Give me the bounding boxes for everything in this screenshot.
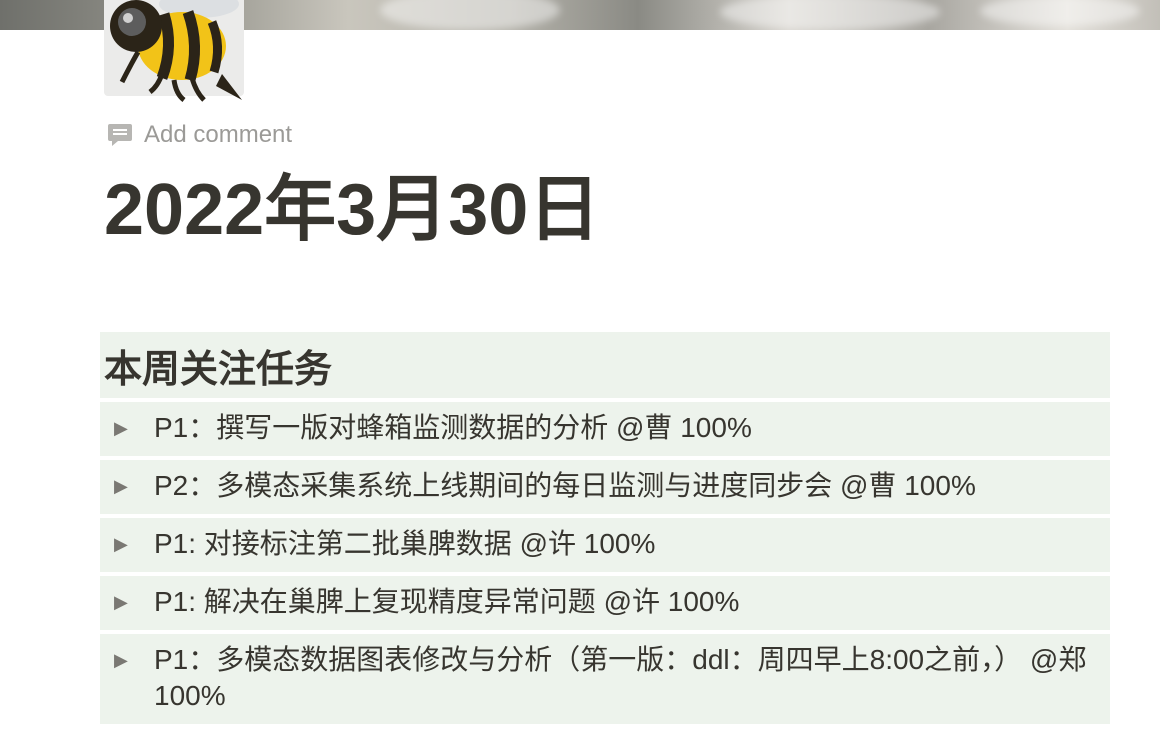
toggle-task[interactable]: ▶ P1: 解决在巢脾上复现精度异常问题 @许 100% xyxy=(100,576,1110,630)
task-text[interactable]: P1: 对接标注第二批巢脾数据 @许 100% xyxy=(154,526,663,562)
toggle-task[interactable]: ▶ P1：撰写一版对蜂箱监测数据的分析 @曹 100% xyxy=(100,402,1110,456)
triangle-right-icon[interactable]: ▶ xyxy=(100,644,154,676)
toggle-task[interactable]: ▶ P1: 对接标注第二批巢脾数据 @许 100% xyxy=(100,518,1110,572)
bee-icon xyxy=(110,0,242,102)
focus-tasks-callout: 本周关注任务 ▶ P1：撰写一版对蜂箱监测数据的分析 @曹 100% ▶ P2：… xyxy=(100,332,1110,724)
task-text[interactable]: P1：多模态数据图表修改与分析（第一版：ddl：周四早上8:00之前，） @郑 … xyxy=(154,642,1110,714)
triangle-right-icon[interactable]: ▶ xyxy=(100,470,154,502)
add-comment-label: Add comment xyxy=(144,121,293,148)
triangle-right-icon[interactable]: ▶ xyxy=(100,412,154,444)
toggle-task[interactable]: ▶ P2：多模态采集系统上线期间的每日监测与进度同步会 @曹 100% xyxy=(100,460,1110,514)
page-icon[interactable] xyxy=(104,0,244,102)
toggle-task[interactable]: ▶ P1：多模态数据图表修改与分析（第一版：ddl：周四早上8:00之前，） @… xyxy=(100,634,1110,724)
task-text[interactable]: P2：多模态采集系统上线期间的每日监测与进度同步会 @曹 100% xyxy=(154,468,984,504)
task-text[interactable]: P1: 解决在巢脾上复现精度异常问题 @许 100% xyxy=(154,584,747,620)
task-text[interactable]: P1：撰写一版对蜂箱监测数据的分析 @曹 100% xyxy=(154,410,760,446)
add-comment-button[interactable]: Add comment xyxy=(106,120,292,150)
triangle-right-icon[interactable]: ▶ xyxy=(100,586,154,618)
section-heading[interactable]: 本周关注任务 xyxy=(100,332,1110,398)
triangle-right-icon[interactable]: ▶ xyxy=(100,528,154,560)
comment-icon xyxy=(106,121,134,149)
page-title[interactable]: 2022年3月30日 xyxy=(104,168,600,252)
